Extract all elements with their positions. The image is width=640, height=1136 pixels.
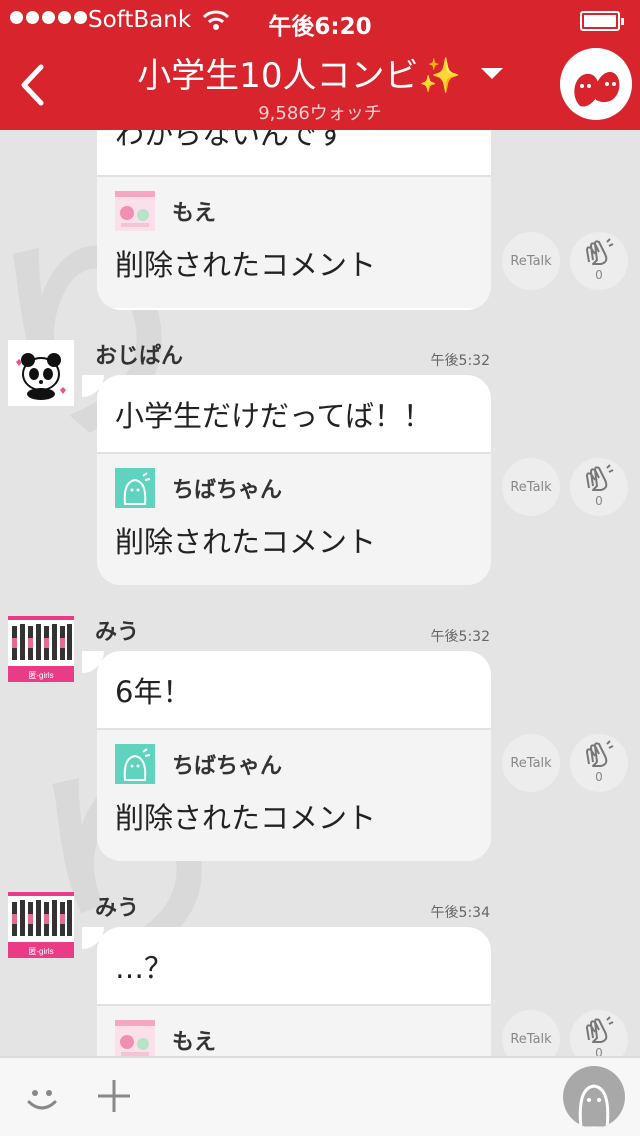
message-bubble[interactable]: 6年！ ちばちゃん 削除されたコメント bbox=[97, 651, 491, 861]
clap-icon bbox=[586, 464, 614, 491]
quote-text: 削除されたコメント bbox=[115, 801, 377, 835]
quote-avatar bbox=[115, 744, 155, 784]
quoted-comment: もえ 削除されたコメント bbox=[97, 175, 491, 308]
room-avatar-button[interactable] bbox=[560, 48, 632, 120]
message-bubble[interactable]: わからないんです もえ 削除されたコメント bbox=[97, 130, 491, 310]
sender-name: みう bbox=[95, 896, 140, 921]
dropdown-caret-icon bbox=[480, 68, 503, 79]
sender-name: みう bbox=[95, 620, 140, 645]
quote-text: 削除されたコメント bbox=[115, 248, 377, 282]
avatar-label: 匿-girls bbox=[28, 671, 53, 680]
status-time: 午後6:20 bbox=[268, 14, 372, 40]
clap-count: 0 bbox=[595, 770, 603, 784]
clap-count: 0 bbox=[595, 494, 603, 508]
message-time: 午後5:34 bbox=[430, 905, 490, 921]
room-title-dropdown[interactable]: 小学生10人コンビ✨ 9,586ウォッチ bbox=[100, 48, 540, 125]
message-bubble[interactable]: …？ もえ bbox=[97, 927, 491, 1056]
clap-icon bbox=[586, 238, 614, 265]
quote-username: ちばちゃん bbox=[172, 478, 283, 503]
plus-icon[interactable] bbox=[96, 1078, 132, 1114]
message-bubble[interactable]: 小学生だけだってば！！ ちばちゃん 削除されたコメント bbox=[97, 375, 491, 585]
quoted-comment: ちばちゃん 削除されたコメント bbox=[97, 728, 491, 861]
room-title: 小学生10人コンビ✨ bbox=[137, 56, 461, 96]
sender-avatar[interactable] bbox=[8, 340, 74, 406]
quote-avatar bbox=[115, 1020, 155, 1056]
watch-count: 9,586ウォッチ bbox=[258, 103, 382, 124]
user-icon bbox=[578, 1084, 610, 1128]
status-bar: SoftBank 午後6:20 bbox=[0, 0, 640, 40]
clap-button[interactable]: 0 bbox=[570, 232, 628, 290]
chat-area[interactable]: り り わからないんです もえ 削除されたコメント ReTalk 0 おじぱん … bbox=[0, 130, 640, 1056]
quote-avatar bbox=[115, 468, 155, 508]
clap-icon bbox=[586, 740, 614, 767]
message-text: 小学生だけだってば！！ bbox=[115, 398, 432, 433]
sender-name: おじぱん bbox=[95, 344, 184, 369]
message-time: 午後5:32 bbox=[430, 353, 490, 369]
retalk-button[interactable]: ReTalk bbox=[502, 232, 560, 290]
smile-icon[interactable] bbox=[24, 1080, 60, 1116]
message-text: …？ bbox=[115, 950, 174, 985]
clap-count: 0 bbox=[595, 268, 603, 282]
quote-username: ちばちゃん bbox=[172, 754, 283, 779]
clap-button[interactable]: 0 bbox=[570, 1010, 628, 1056]
message-text: 6年！ bbox=[115, 674, 192, 709]
sender-avatar[interactable]: 匿-girls bbox=[8, 892, 74, 958]
back-button[interactable] bbox=[12, 60, 52, 110]
ghost-avatar-icon bbox=[560, 48, 632, 120]
input-toolbar bbox=[0, 1056, 640, 1136]
quoted-comment: ちばちゃん 削除されたコメント bbox=[97, 452, 491, 585]
retalk-button[interactable]: ReTalk bbox=[502, 1010, 560, 1056]
quote-username: もえ bbox=[172, 201, 217, 226]
clap-icon bbox=[586, 1016, 614, 1043]
back-chevron-icon bbox=[21, 64, 44, 106]
quote-username: もえ bbox=[172, 1030, 217, 1055]
retalk-button[interactable]: ReTalk bbox=[502, 458, 560, 516]
header: SoftBank 午後6:20 小学生10人コンビ✨ 9,586ウォッチ bbox=[0, 0, 640, 130]
clap-button[interactable]: 0 bbox=[570, 458, 628, 516]
clap-button[interactable]: 0 bbox=[570, 734, 628, 792]
clap-count: 0 bbox=[595, 1046, 603, 1056]
battery-icon bbox=[580, 11, 624, 31]
quote-text: 削除されたコメント bbox=[115, 525, 377, 559]
message-text: わからないんです bbox=[115, 130, 346, 151]
retalk-button[interactable]: ReTalk bbox=[502, 734, 560, 792]
message-time: 午後5:32 bbox=[430, 629, 490, 645]
avatar-label: 匿-girls bbox=[28, 947, 53, 956]
profile-button[interactable] bbox=[563, 1066, 625, 1128]
sender-avatar[interactable]: 匿-girls bbox=[8, 616, 74, 682]
quoted-comment: もえ bbox=[97, 1004, 491, 1056]
quote-avatar bbox=[115, 191, 155, 231]
